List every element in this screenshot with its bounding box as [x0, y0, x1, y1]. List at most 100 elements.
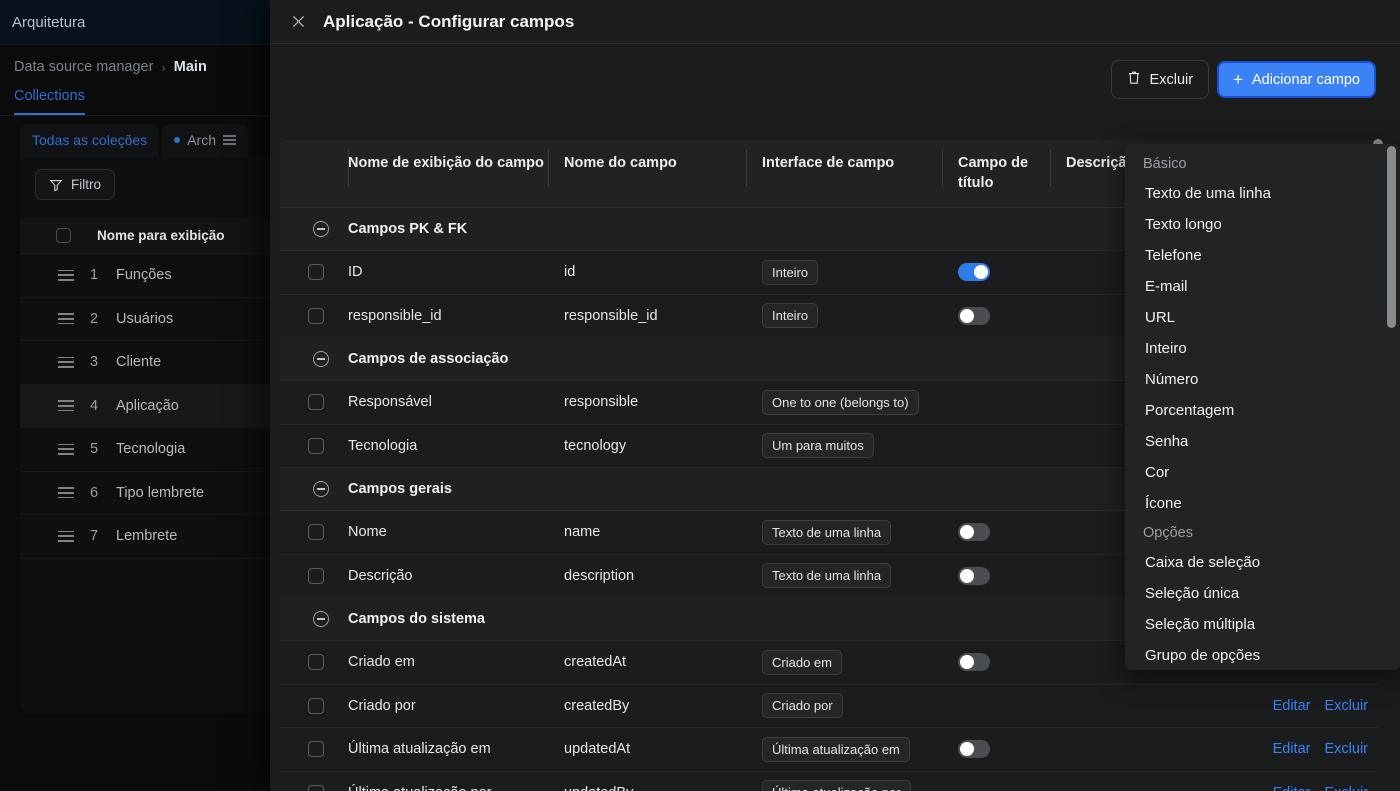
- collection-tab-all[interactable]: Todas as coleções: [20, 124, 159, 157]
- interface-tag[interactable]: Última atualização por: [762, 780, 911, 791]
- edit-link[interactable]: Editar: [1273, 785, 1311, 791]
- group-header-label: Campos PK & FK: [348, 221, 467, 237]
- cell-field-name: updatedBy: [548, 785, 746, 791]
- menu-item-multiple-select[interactable]: Seleção múltipla: [1125, 609, 1400, 640]
- header-title-field: Campo de título: [942, 140, 1050, 207]
- interface-tag[interactable]: Inteiro: [762, 260, 818, 285]
- drag-handle-icon[interactable]: [58, 531, 74, 542]
- add-field-button[interactable]: + Adicionar campo: [1217, 61, 1376, 98]
- menu-icon[interactable]: [223, 135, 236, 145]
- row-checkbox[interactable]: [308, 698, 324, 714]
- field-type-dropdown[interactable]: Básico Texto de uma linha Texto longo Te…: [1125, 144, 1400, 670]
- collection-tab-arch[interactable]: Arch: [162, 124, 248, 157]
- drag-handle-icon[interactable]: [58, 400, 74, 411]
- title-field-toggle[interactable]: [958, 307, 990, 325]
- title-field-toggle[interactable]: [958, 567, 990, 585]
- header-field-name-label: Nome do campo: [564, 154, 677, 174]
- edit-link[interactable]: Editar: [1273, 741, 1311, 757]
- interface-tag[interactable]: Criado em: [762, 650, 842, 675]
- table-row[interactable]: Última atualização em updatedAt Última a…: [280, 728, 1378, 772]
- collapse-icon[interactable]: [280, 221, 348, 237]
- drag-handle-icon[interactable]: [58, 444, 74, 455]
- menu-item-single-select[interactable]: Seleção única: [1125, 578, 1400, 609]
- table-row[interactable]: Criado por createdBy Criado por Editar E…: [280, 685, 1378, 729]
- menu-item-checkbox[interactable]: Caixa de seleção: [1125, 547, 1400, 578]
- delete-link[interactable]: Excluir: [1324, 698, 1368, 714]
- list-item-index: 6: [90, 485, 116, 501]
- interface-tag[interactable]: Texto de uma linha: [762, 520, 891, 545]
- configure-fields-modal: Aplicação - Configurar campos Excluir + …: [270, 0, 1400, 791]
- interface-tag[interactable]: Um para muitos: [762, 433, 874, 458]
- interface-tag[interactable]: Última atualização em: [762, 737, 910, 762]
- list-item[interactable]: 2 Usuários: [20, 298, 280, 342]
- title-field-toggle[interactable]: [958, 740, 990, 758]
- drag-handle-icon[interactable]: [58, 313, 74, 324]
- title-field-toggle[interactable]: [958, 653, 990, 671]
- menu-item-percentage[interactable]: Porcentagem: [1125, 395, 1400, 426]
- row-checkbox-cell: [280, 394, 348, 410]
- row-checkbox[interactable]: [308, 524, 324, 540]
- row-checkbox[interactable]: [308, 654, 324, 670]
- delete-link[interactable]: Excluir: [1324, 785, 1368, 791]
- menu-item-email[interactable]: E-mail: [1125, 271, 1400, 302]
- filter-icon: [49, 178, 63, 192]
- cell-field-interface: Inteiro: [746, 260, 942, 285]
- drag-handle-icon[interactable]: [58, 487, 74, 498]
- interface-tag[interactable]: Inteiro: [762, 303, 818, 328]
- menu-item-number[interactable]: Número: [1125, 364, 1400, 395]
- edit-link[interactable]: Editar: [1273, 698, 1311, 714]
- menu-item-long-text[interactable]: Texto longo: [1125, 209, 1400, 240]
- cell-display-name: Última atualização em: [348, 741, 548, 757]
- interface-tag[interactable]: Texto de uma linha: [762, 563, 891, 588]
- list-item-selected[interactable]: 4 Aplicação: [20, 385, 280, 429]
- close-icon[interactable]: [290, 13, 307, 30]
- row-checkbox[interactable]: [308, 568, 324, 584]
- list-item[interactable]: 1 Funções: [20, 254, 280, 298]
- menu-item-option-group[interactable]: Grupo de opções: [1125, 640, 1400, 670]
- title-field-toggle[interactable]: [958, 523, 990, 541]
- list-item-label: Lembrete: [116, 528, 177, 544]
- list-item-index: 3: [90, 354, 116, 370]
- collapse-icon[interactable]: [280, 351, 348, 367]
- menu-item-url[interactable]: URL: [1125, 302, 1400, 333]
- menu-item-phone[interactable]: Telefone: [1125, 240, 1400, 271]
- menu-item-icon[interactable]: Ícone: [1125, 488, 1400, 519]
- list-item[interactable]: 3 Cliente: [20, 341, 280, 385]
- table-row[interactable]: Última atualização por updatedBy Última …: [280, 772, 1378, 791]
- row-checkbox[interactable]: [308, 264, 324, 280]
- dropdown-scrollbar-thumb[interactable]: [1387, 146, 1396, 328]
- dropdown-scrollbar[interactable]: [1387, 146, 1396, 668]
- collection-tabs: Todas as coleções Arch: [0, 116, 280, 157]
- delete-button[interactable]: Excluir: [1111, 60, 1210, 99]
- cell-field-name: tecnology: [548, 438, 746, 454]
- app-topbar: Arquitetura: [0, 0, 280, 45]
- tab-collections[interactable]: Collections: [14, 88, 85, 115]
- menu-item-single-line-text[interactable]: Texto de uma linha: [1125, 178, 1400, 209]
- list-item[interactable]: 7 Lembrete: [20, 515, 280, 559]
- row-checkbox[interactable]: [308, 308, 324, 324]
- row-checkbox[interactable]: [308, 741, 324, 757]
- filter-button[interactable]: Filtro: [35, 169, 115, 200]
- delete-link[interactable]: Excluir: [1324, 741, 1368, 757]
- menu-item-color[interactable]: Cor: [1125, 457, 1400, 488]
- row-checkbox[interactable]: [308, 785, 324, 791]
- breadcrumb-current[interactable]: Main: [174, 59, 207, 75]
- drag-handle-icon[interactable]: [58, 270, 74, 281]
- list-item[interactable]: 5 Tecnologia: [20, 428, 280, 472]
- header-field-name: Nome do campo: [548, 140, 746, 207]
- row-checkbox[interactable]: [308, 394, 324, 410]
- delete-button-label: Excluir: [1150, 72, 1194, 88]
- breadcrumb-root[interactable]: Data source manager: [14, 59, 153, 75]
- list-item[interactable]: 6 Tipo lembrete: [20, 472, 280, 516]
- collapse-icon[interactable]: [280, 481, 348, 497]
- menu-item-integer[interactable]: Inteiro: [1125, 333, 1400, 364]
- interface-tag[interactable]: Criado por: [762, 693, 843, 718]
- menu-item-password[interactable]: Senha: [1125, 426, 1400, 457]
- status-dot-icon: [174, 137, 180, 143]
- select-all-checkbox[interactable]: [56, 228, 71, 243]
- title-field-toggle[interactable]: [958, 263, 990, 281]
- collapse-icon[interactable]: [280, 611, 348, 627]
- row-checkbox[interactable]: [308, 438, 324, 454]
- interface-tag[interactable]: One to one (belongs to): [762, 390, 919, 415]
- drag-handle-icon[interactable]: [58, 357, 74, 368]
